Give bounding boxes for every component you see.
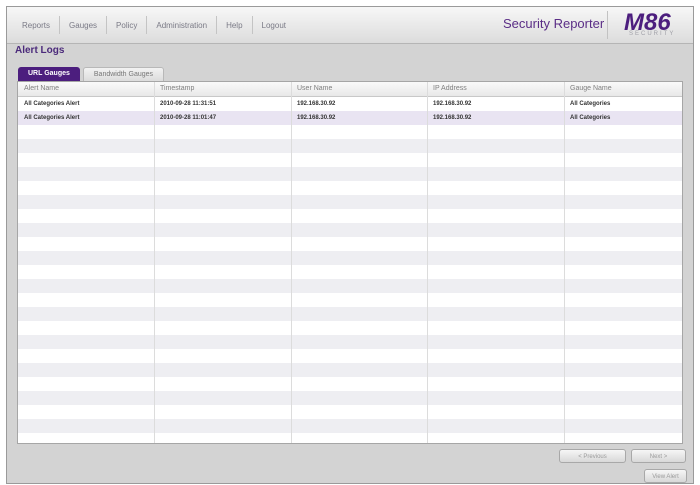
table-cell: 192.168.30.92 xyxy=(433,101,472,107)
column-header-gauge-name[interactable]: Gauge Name xyxy=(570,82,612,96)
product-name: Security Reporter xyxy=(503,16,605,31)
table-cell: All Categories Alert xyxy=(24,101,80,107)
alert-logs-table: Alert Name Timestamp User Name IP Addres… xyxy=(17,81,683,444)
column-header-alert-name[interactable]: Alert Name xyxy=(24,82,59,96)
table-cell: 192.168.30.92 xyxy=(297,101,336,107)
logo-subtitle: SECURITY xyxy=(629,31,676,37)
column-header-timestamp[interactable]: Timestamp xyxy=(160,82,194,96)
empty-table-row xyxy=(18,139,682,153)
table-cell: All Categories xyxy=(570,115,611,121)
gauge-tabs: URL Gauges Bandwidth Gauges xyxy=(18,67,167,81)
previous-page-button[interactable]: < Previous xyxy=(559,449,626,463)
empty-table-row xyxy=(18,321,682,335)
empty-table-row xyxy=(18,279,682,293)
table-cell: 2010-09-28 11:31:51 xyxy=(160,101,217,107)
empty-table-row xyxy=(18,349,682,363)
brand-divider xyxy=(607,11,608,39)
page-title: Alert Logs xyxy=(15,45,65,56)
table-cell: All Categories Alert xyxy=(24,115,80,121)
empty-table-row xyxy=(18,405,682,419)
menu-administration[interactable]: Administration xyxy=(147,21,216,30)
app-window: Reports Gauges Policy Administration Hel… xyxy=(6,6,694,484)
view-alert-button[interactable]: View Alert xyxy=(644,469,687,483)
empty-table-row xyxy=(18,209,682,223)
next-page-button[interactable]: Next > xyxy=(631,449,686,463)
main-menu: Reports Gauges Policy Administration Hel… xyxy=(13,7,295,43)
empty-table-row xyxy=(18,265,682,279)
column-header-user-name[interactable]: User Name xyxy=(297,82,332,96)
empty-table-row xyxy=(18,377,682,391)
empty-table-row xyxy=(18,237,682,251)
empty-table-row xyxy=(18,167,682,181)
table-cell: All Categories xyxy=(570,101,611,107)
tab-bandwidth-gauges[interactable]: Bandwidth Gauges xyxy=(82,67,165,81)
empty-table-row xyxy=(18,181,682,195)
empty-table-row xyxy=(18,307,682,321)
menu-help[interactable]: Help xyxy=(217,21,251,30)
empty-table-row xyxy=(18,153,682,167)
table-cell: 192.168.30.92 xyxy=(297,115,336,121)
menu-logout[interactable]: Logout xyxy=(253,21,295,30)
empty-table-row xyxy=(18,363,682,377)
column-header-ip-address[interactable]: IP Address xyxy=(433,82,467,96)
menu-reports[interactable]: Reports xyxy=(13,21,59,30)
empty-table-row xyxy=(18,433,682,443)
tab-url-gauges[interactable]: URL Gauges xyxy=(18,67,80,81)
empty-table-row xyxy=(18,195,682,209)
empty-table-row xyxy=(18,223,682,237)
table-cell: 2010-09-28 11:01:47 xyxy=(160,115,217,121)
empty-table-row xyxy=(18,293,682,307)
table-row[interactable]: All Categories Alert 2010-09-28 11:31:51 1… xyxy=(18,97,682,111)
menu-gauges[interactable]: Gauges xyxy=(60,21,106,30)
menu-policy[interactable]: Policy xyxy=(107,21,146,30)
table-cell: 192.168.30.92 xyxy=(433,115,472,121)
table-header: Alert Name Timestamp User Name IP Addres… xyxy=(18,82,682,97)
top-navigation-bar: Reports Gauges Policy Administration Hel… xyxy=(7,7,693,44)
empty-table-row xyxy=(18,125,682,139)
empty-table-row xyxy=(18,419,682,433)
empty-table-row xyxy=(18,251,682,265)
empty-table-row xyxy=(18,391,682,405)
empty-table-row xyxy=(18,335,682,349)
table-row[interactable]: All Categories Alert 2010-09-28 11:01:47 1… xyxy=(18,111,682,125)
